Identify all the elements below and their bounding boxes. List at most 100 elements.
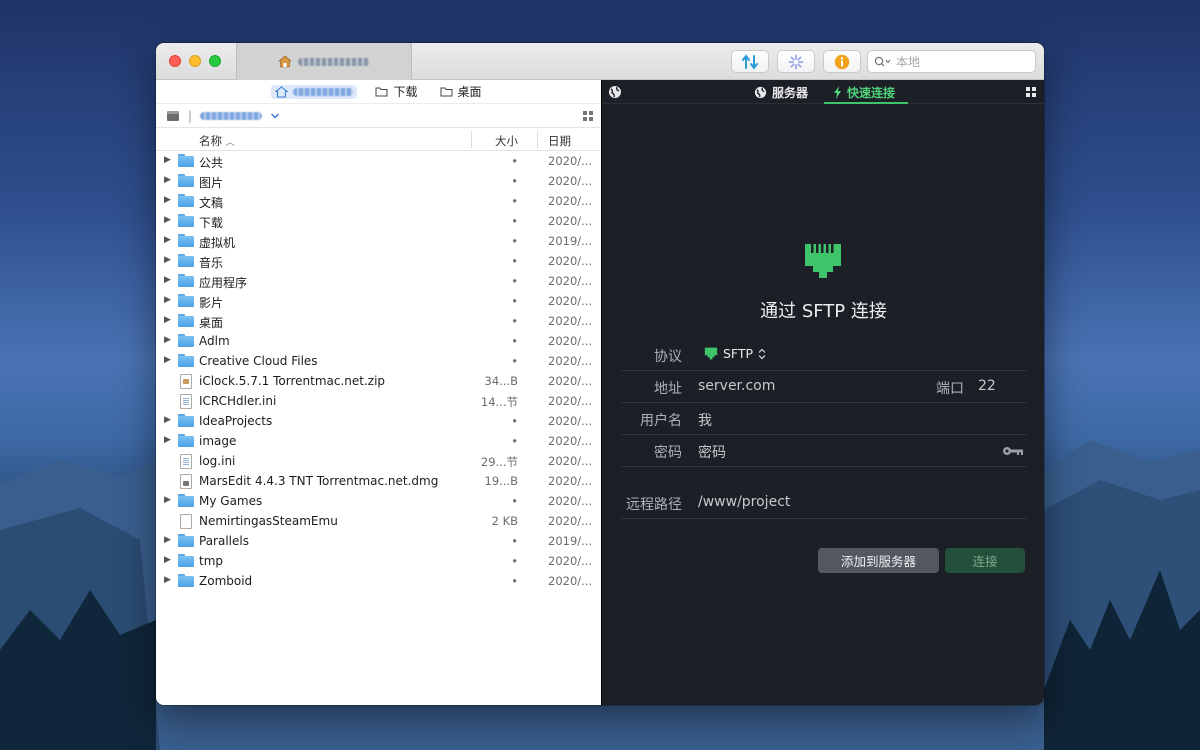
file-row[interactable]: ▶ My Games • 2020/... xyxy=(156,491,601,511)
username-input[interactable]: 我 xyxy=(698,410,712,430)
file-date: 2020/... xyxy=(548,294,593,308)
home-icon xyxy=(278,55,292,68)
disclosure-triangle-icon[interactable]: ▶ xyxy=(164,275,171,285)
tab-servers[interactable]: 服务器 xyxy=(754,84,808,101)
folder-outline-icon xyxy=(375,87,388,97)
file-row[interactable]: ▶ Zomboid • 2020/... xyxy=(156,571,601,591)
file-row[interactable]: ▶ 下载 • 2020/... xyxy=(156,211,601,231)
close-window-button[interactable] xyxy=(169,55,181,67)
file-date: 2020/... xyxy=(548,254,593,268)
disclosure-triangle-icon[interactable]: ▶ xyxy=(164,495,171,505)
bookmark-downloads[interactable]: 下载 xyxy=(371,82,421,101)
activity-button[interactable] xyxy=(777,50,815,73)
transfer-button[interactable] xyxy=(731,50,769,73)
file-row[interactable]: ▶ 图片 • 2020/... xyxy=(156,171,601,191)
grid-view-icon[interactable] xyxy=(1026,87,1036,97)
file-date: 2020/... xyxy=(548,374,593,388)
file-row[interactable]: ▶ 公共 • 2020/... xyxy=(156,151,601,171)
folder-icon xyxy=(178,154,194,167)
disclosure-triangle-icon[interactable]: ▶ xyxy=(164,155,171,165)
chevron-down-icon[interactable] xyxy=(270,112,280,120)
file-date: 2020/... xyxy=(548,554,593,568)
file-row[interactable]: ▶ 音乐 • 2020/... xyxy=(156,251,601,271)
column-date[interactable]: 日期 xyxy=(548,133,571,149)
disclosure-triangle-icon[interactable]: ▶ xyxy=(164,315,171,325)
file-row[interactable]: MarsEdit 4.4.3 TNT Torrentmac.net.dmg 19.… xyxy=(156,471,601,491)
username-label: 用户名 xyxy=(640,413,682,429)
address-input[interactable]: server.com xyxy=(698,378,775,394)
remote-path-row: 远程路径 /www/project xyxy=(622,487,1026,519)
file-name: 文稿 xyxy=(199,196,224,210)
tab-quick-connect[interactable]: 快速连接 xyxy=(833,84,895,101)
home-outline-icon xyxy=(275,85,289,98)
file-row[interactable]: ▶ tmp • 2020/... xyxy=(156,551,601,571)
file-row[interactable]: NemirtingasSteamEmu 2 KB 2020/... xyxy=(156,511,601,531)
minimize-window-button[interactable] xyxy=(189,55,201,67)
disclosure-triangle-icon[interactable]: ▶ xyxy=(164,335,171,345)
file-icon-wrap xyxy=(178,274,194,287)
file-row[interactable]: ICRCHdler.ini 14...节 2020/... xyxy=(156,391,601,411)
file-size: • xyxy=(511,154,518,168)
file-size: 29...节 xyxy=(480,455,518,469)
active-tab-indicator xyxy=(824,102,908,104)
remote-path-input[interactable]: /www/project xyxy=(698,494,790,510)
search-icon xyxy=(874,56,891,66)
bookmark-downloads-label: 下载 xyxy=(393,85,418,99)
disclosure-triangle-icon[interactable]: ▶ xyxy=(164,535,171,545)
file-row[interactable]: iClock.5.7.1 Torrentmac.net.zip 34...B 202… xyxy=(156,371,601,391)
disclosure-triangle-icon[interactable]: ▶ xyxy=(164,175,171,185)
disclosure-triangle-icon[interactable]: ▶ xyxy=(164,195,171,205)
info-button[interactable] xyxy=(823,50,861,73)
protocol-label: 协议 xyxy=(654,349,682,365)
password-row: 密码 密码 xyxy=(622,435,1026,467)
add-to-servers-button[interactable]: 添加到服务器 xyxy=(818,548,939,573)
file-row[interactable]: ▶ 桌面 • 2020/... xyxy=(156,311,601,331)
file-row[interactable]: ▶ Parallels • 2019/... xyxy=(156,531,601,551)
file-row[interactable]: ▶ 虚拟机 • 2019/... xyxy=(156,231,601,251)
disclosure-triangle-icon[interactable]: ▶ xyxy=(164,435,171,445)
file-date: 2020/... xyxy=(548,174,593,188)
disclosure-triangle-icon[interactable]: ▶ xyxy=(164,255,171,265)
disclosure-triangle-icon[interactable]: ▶ xyxy=(164,415,171,425)
file-icon xyxy=(180,374,192,389)
column-size[interactable]: 大小 xyxy=(495,133,518,149)
file-row[interactable]: ▶ 文稿 • 2020/... xyxy=(156,191,601,211)
file-date: 2019/... xyxy=(548,234,593,248)
file-size: • xyxy=(511,194,518,208)
file-row[interactable]: ▶ 影片 • 2020/... xyxy=(156,291,601,311)
connect-button[interactable]: 连接 xyxy=(945,548,1025,573)
file-row[interactable]: ▶ image • 2020/... xyxy=(156,431,601,451)
file-row[interactable]: log.ini 29...节 2020/... xyxy=(156,451,601,471)
grid-view-icon[interactable] xyxy=(583,111,593,121)
disclosure-triangle-icon[interactable]: ▶ xyxy=(164,235,171,245)
file-row[interactable]: ▶ Creative Cloud Files • 2020/... xyxy=(156,351,601,371)
globe-icon[interactable] xyxy=(608,85,622,99)
bookmark-home[interactable] xyxy=(271,84,358,99)
file-row[interactable]: ▶ IdeaProjects • 2020/... xyxy=(156,411,601,431)
search-field[interactable]: 本地 xyxy=(867,50,1036,73)
disclosure-triangle-icon[interactable]: ▶ xyxy=(164,355,171,365)
window-tab[interactable] xyxy=(236,43,412,80)
path-current-folder[interactable] xyxy=(200,111,263,120)
disclosure-triangle-icon[interactable]: ▶ xyxy=(164,295,171,305)
password-input[interactable]: 密码 xyxy=(698,442,726,462)
disclosure-triangle-icon[interactable]: ▶ xyxy=(164,215,171,225)
zoom-window-button[interactable] xyxy=(209,55,221,67)
folder-icon xyxy=(178,314,194,327)
file-list: ▶ 公共 • 2020/... ▶ 图片 • 2020/... ▶ 文稿 • 2020/... ▶ 下载 •… xyxy=(156,151,601,591)
file-icon-wrap xyxy=(178,474,192,489)
file-name: Zomboid xyxy=(199,574,253,588)
disclosure-triangle-icon[interactable]: ▶ xyxy=(164,575,171,585)
column-name[interactable]: 名称 ︿ xyxy=(199,133,235,149)
bookmark-desktop[interactable]: 桌面 xyxy=(436,82,486,101)
file-row[interactable]: ▶ Adlm • 2020/... xyxy=(156,331,601,351)
folder-icon xyxy=(178,414,194,427)
file-row[interactable]: ▶ 应用程序 • 2020/... xyxy=(156,271,601,291)
port-input[interactable]: 22 xyxy=(978,378,996,394)
file-name: My Games xyxy=(199,494,263,508)
file-icon-wrap xyxy=(178,574,194,587)
key-icon[interactable] xyxy=(1002,446,1024,456)
disclosure-triangle-icon[interactable]: ▶ xyxy=(164,555,171,565)
protocol-select[interactable]: SFTP xyxy=(704,346,766,361)
path-separator: | xyxy=(188,108,193,123)
